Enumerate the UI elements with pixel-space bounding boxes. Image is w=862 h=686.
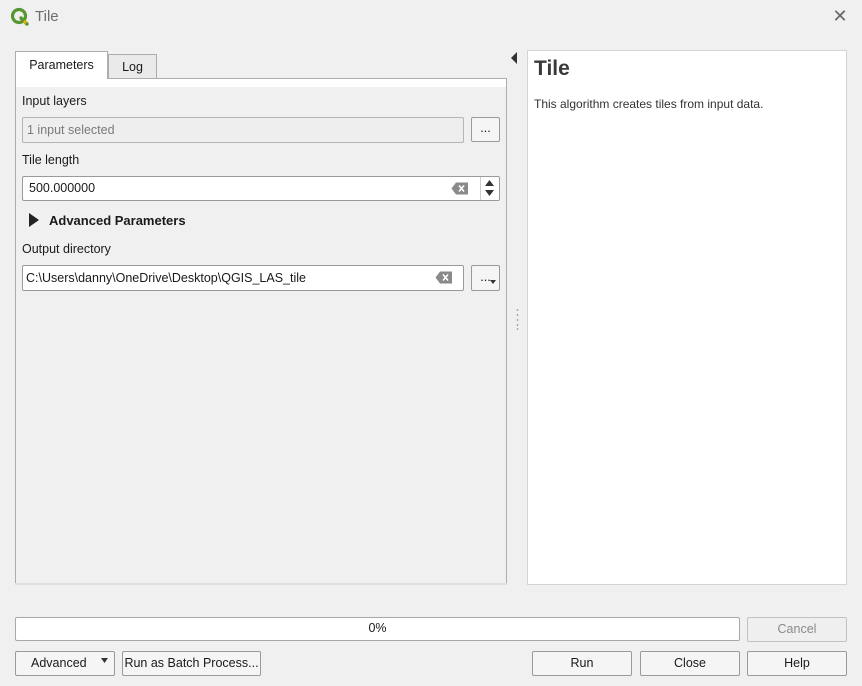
spin-down-icon[interactable] [485,190,494,196]
dropdown-arrow-icon[interactable] [101,658,108,663]
clear-icon[interactable] [451,182,469,195]
expand-arrow-icon[interactable] [28,213,40,227]
help-description: This algorithm creates tiles from input … [534,97,764,111]
close-button[interactable]: Close [640,651,740,676]
run-button[interactable]: Run [532,651,632,676]
progress-label: 0% [368,621,387,635]
panel-bottom-edge [15,583,507,585]
spin-up-icon[interactable] [485,180,494,186]
output-directory-label: Output directory [22,242,111,256]
parameters-panel [15,78,507,585]
advanced-parameters-toggle[interactable]: Advanced Parameters [49,213,186,228]
help-panel [527,50,847,585]
window-title: Tile [35,8,59,25]
tab-log[interactable]: Log [108,54,157,79]
splitter-handle[interactable] [516,308,519,330]
output-directory-browse-button[interactable]: ... [471,265,500,291]
advanced-button[interactable]: Advanced [15,651,115,676]
qgis-logo-icon [10,7,29,26]
tab-parameters[interactable]: Parameters [15,51,108,79]
panel-top-strip [16,79,506,87]
run-batch-process-button[interactable]: Run as Batch Process... [122,651,261,676]
input-layers-browse-button[interactable]: ... [471,117,500,142]
clear-icon[interactable] [435,271,453,284]
cancel-button[interactable]: Cancel [747,617,847,642]
input-layers-field[interactable]: 1 input selected [22,117,464,143]
output-directory-input[interactable]: C:\Users\danny\OneDrive\Desktop\QGIS_LAS… [22,265,464,291]
help-title: Tile [534,57,570,80]
tile-length-label: Tile length [22,153,80,167]
tile-length-input[interactable]: 500.000000 [22,176,500,201]
collapse-panel-icon[interactable] [510,52,518,64]
help-button[interactable]: Help [747,651,847,676]
close-window-icon[interactable]: ✕ [830,6,850,26]
title-bar [0,0,862,36]
dropdown-arrow-icon [490,280,496,284]
input-layers-label: Input layers [22,94,87,108]
